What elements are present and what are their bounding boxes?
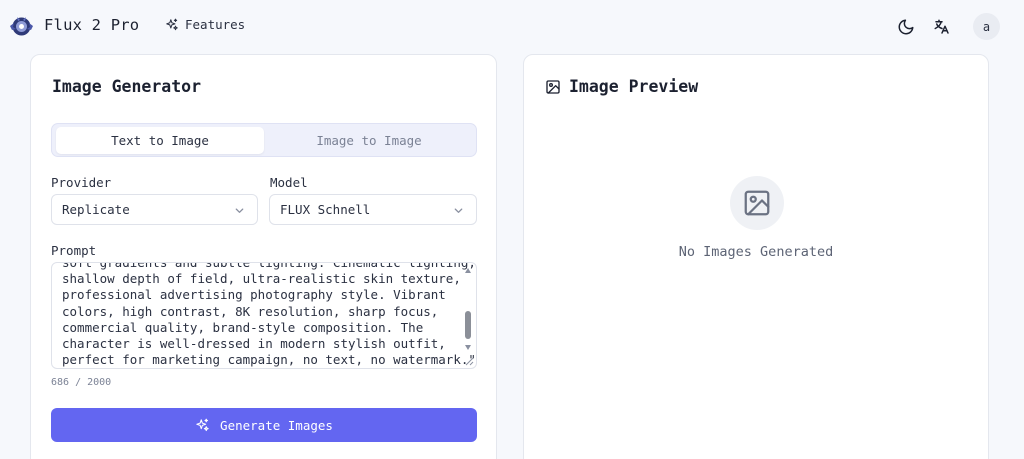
resize-handle-icon[interactable] — [465, 357, 474, 366]
model-value: FLUX Schnell — [280, 202, 371, 217]
image-icon — [546, 79, 560, 94]
empty-state-icon-wrapper — [730, 176, 784, 230]
translate-icon — [934, 19, 949, 34]
scroll-thumb[interactable] — [465, 311, 471, 339]
prompt-text: soft gradients and subtle lighting. Cine… — [62, 262, 476, 368]
top-header: Flux 2 Pro Features a — [0, 0, 1024, 54]
prompt-textarea[interactable]: soft gradients and subtle lighting. Cine… — [51, 262, 477, 369]
generator-title: Image Generator — [52, 77, 202, 96]
prompt-label: Prompt — [51, 243, 97, 258]
sparkles-icon — [196, 418, 209, 431]
image-preview-card: Image Preview No Images Generated — [523, 54, 989, 459]
tab-image-to-image[interactable]: Image to Image — [265, 127, 473, 154]
moon-icon — [898, 19, 914, 35]
char-counter: 686 / 2000 — [51, 377, 112, 388]
preview-title: Image Preview — [545, 77, 698, 96]
image-generator-card: Image Generator Text to Image Image to I… — [30, 54, 497, 459]
scroll-down-arrow-icon[interactable] — [465, 345, 471, 350]
provider-label: Provider — [51, 175, 112, 190]
model-select[interactable]: FLUX Schnell — [269, 194, 477, 225]
user-avatar[interactable]: a — [973, 13, 1000, 40]
scroll-up-arrow-icon[interactable] — [465, 268, 471, 273]
provider-value: Replicate — [62, 202, 130, 217]
mode-tabs: Text to Image Image to Image — [51, 123, 477, 157]
theme-toggle-button[interactable] — [893, 14, 919, 40]
tab-text-to-image[interactable]: Text to Image — [56, 127, 264, 154]
preview-title-label: Image Preview — [569, 77, 699, 96]
chevron-down-icon — [454, 208, 463, 213]
empty-state-message: No Images Generated — [678, 244, 834, 260]
logo-icon[interactable] — [9, 14, 34, 39]
nav-features-label: Features — [185, 17, 246, 32]
brand-name[interactable]: Flux 2 Pro — [44, 16, 139, 34]
prompt-scrollbar[interactable] — [463, 265, 474, 366]
generate-images-button[interactable]: Generate Images — [51, 408, 477, 442]
chevron-down-icon — [235, 208, 244, 213]
sparkles-icon — [166, 18, 178, 30]
nav-features[interactable]: Features — [165, 17, 245, 32]
generate-images-label: Generate Images — [220, 417, 333, 433]
provider-select[interactable]: Replicate — [51, 194, 258, 225]
model-label: Model — [270, 175, 308, 190]
image-placeholder-icon — [744, 190, 770, 216]
language-button[interactable] — [929, 14, 955, 40]
